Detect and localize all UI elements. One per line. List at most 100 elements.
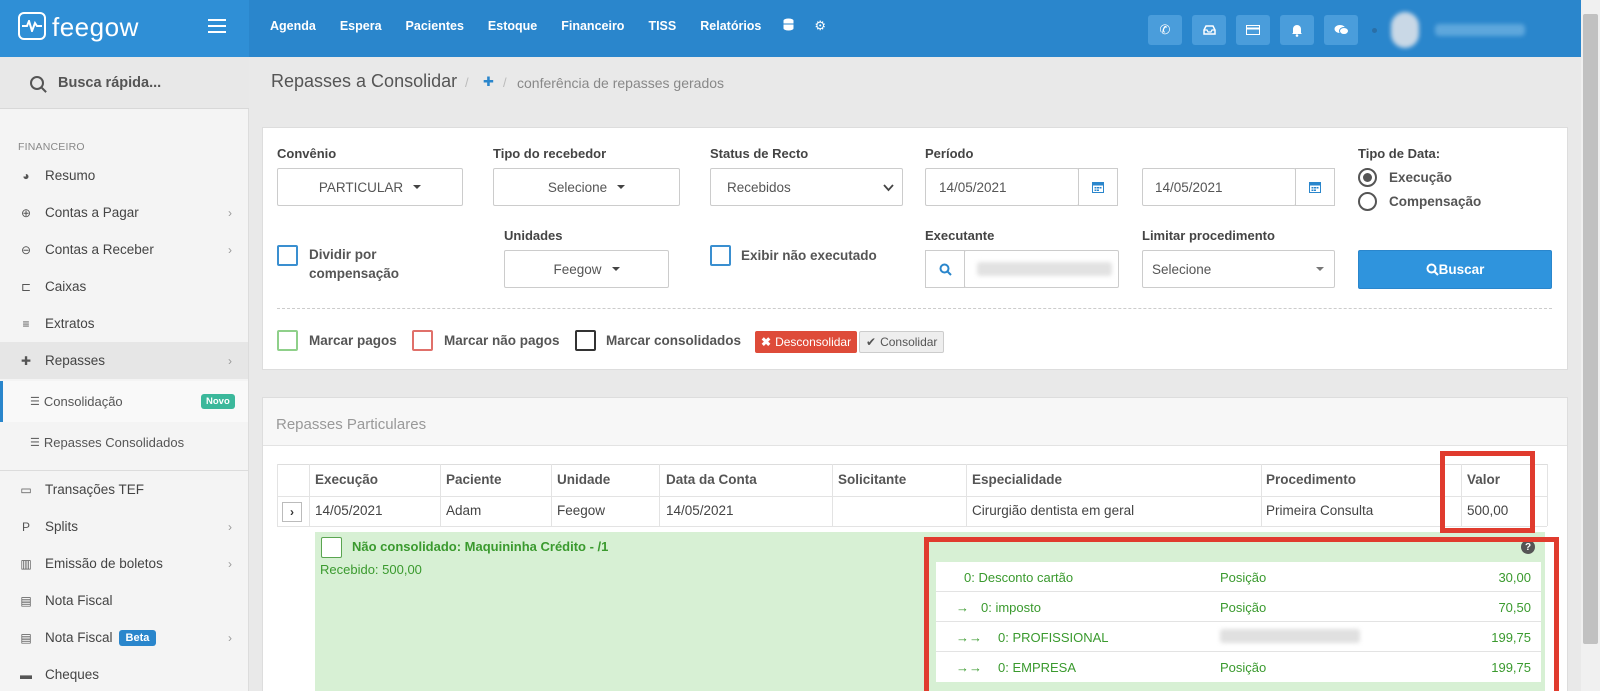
sidebar-item-label: Contas a Receber bbox=[45, 242, 154, 257]
sidebar-subitem-consolidacao[interactable]: ☰ Consolidação Novo bbox=[0, 381, 248, 422]
chevron-right-icon: › bbox=[228, 242, 232, 257]
repasse-line[interactable]: →→ 0: EMPRESA Posição 199,75 bbox=[936, 652, 1541, 682]
marcar-pagos-checkbox[interactable] bbox=[277, 330, 298, 351]
desconsolidar-button[interactable]: ✖ Desconsolidar bbox=[755, 331, 858, 353]
periodo-inicio-input[interactable]: 14/05/2021 bbox=[925, 168, 1079, 206]
exibir-nao-executado-checkbox[interactable] bbox=[710, 245, 731, 266]
help-icon[interactable]: ? bbox=[1521, 540, 1535, 554]
column-header-valor[interactable]: Valor bbox=[1467, 472, 1500, 487]
line-value: 30,00 bbox=[1498, 570, 1531, 585]
bell-icon[interactable] bbox=[1280, 15, 1314, 45]
repasse-line[interactable]: 0: Desconto cartão Posição 30,00 bbox=[936, 562, 1541, 592]
gear-icon[interactable]: ⚙ bbox=[814, 18, 826, 34]
sidebar-item-label: Cheques bbox=[45, 667, 100, 682]
periodo-fim-value: 14/05/2021 bbox=[1155, 179, 1223, 195]
nav-agenda[interactable]: Agenda bbox=[270, 19, 316, 33]
quick-search[interactable]: Busca rápida... bbox=[0, 57, 249, 109]
marcar-nao-pagos-checkbox[interactable] bbox=[412, 330, 433, 351]
sidebar-subitem-repasses-consolidados[interactable]: ☰ Repasses Consolidados bbox=[0, 422, 248, 463]
marcar-consolidados-label: Marcar consolidados bbox=[606, 333, 742, 348]
column-header-especialidade[interactable]: Especialidade bbox=[972, 472, 1062, 487]
nav-financeiro[interactable]: Financeiro bbox=[561, 19, 624, 33]
marcar-consolidados-checkbox[interactable] bbox=[575, 330, 596, 351]
col-divider bbox=[966, 464, 967, 526]
calendar-icon[interactable] bbox=[1295, 168, 1335, 206]
line-value: 70,50 bbox=[1498, 600, 1531, 615]
convenio-value: PARTICULAR bbox=[318, 179, 404, 195]
card-icon[interactable] bbox=[1236, 15, 1270, 45]
brand-name: feegow bbox=[52, 12, 139, 42]
nav-relatorios[interactable]: Relatórios bbox=[700, 19, 761, 33]
column-header-execucao[interactable]: Execução bbox=[315, 472, 378, 487]
repasse-line[interactable]: →→ 0: PROFISSIONAL 199,75 bbox=[936, 622, 1541, 652]
sidebar-item-label: Splits bbox=[45, 519, 79, 534]
inbox-icon[interactable] bbox=[1192, 15, 1226, 45]
nav-pacientes[interactable]: Pacientes bbox=[406, 19, 464, 33]
column-header-unidade[interactable]: Unidade bbox=[557, 472, 610, 487]
sidebar-item-contas-a-pagar[interactable]: ⊕ Contas a Pagar › bbox=[0, 194, 248, 231]
marcar-pagos-label: Marcar pagos bbox=[309, 333, 397, 348]
limitar-procedimento-value: Selecione bbox=[1152, 261, 1212, 277]
phone-icon[interactable]: ✆ bbox=[1148, 15, 1182, 45]
puzzle-icon: ✚ bbox=[20, 353, 32, 368]
expand-row-button[interactable]: › bbox=[282, 502, 302, 522]
consolidar-item-checkbox[interactable] bbox=[321, 537, 342, 558]
nav-tiss[interactable]: TISS bbox=[648, 19, 676, 33]
list-icon: ☰ bbox=[30, 437, 40, 449]
convenio-select[interactable]: PARTICULAR bbox=[277, 168, 463, 206]
scrollbar-thumb[interactable] bbox=[1583, 14, 1598, 644]
consolidar-button[interactable]: ✔ Consolidar bbox=[859, 331, 945, 353]
sidebar-item-transacoes-tef[interactable]: ▭ Transações TEF bbox=[0, 471, 248, 508]
avatar[interactable] bbox=[1391, 12, 1419, 48]
tipo-recebedor-select[interactable]: Selecione bbox=[493, 168, 680, 206]
column-header-paciente[interactable]: Paciente bbox=[446, 472, 502, 487]
buscar-button[interactable]: Buscar bbox=[1358, 250, 1552, 289]
sidebar-item-emissao-de-boletos[interactable]: ▥ Emissão de boletos › bbox=[0, 545, 248, 582]
nav-espera[interactable]: Espera bbox=[340, 19, 382, 33]
split-icon: P bbox=[21, 519, 30, 534]
column-header-procedimento[interactable]: Procedimento bbox=[1266, 472, 1356, 487]
hamburger-menu-icon[interactable] bbox=[208, 19, 226, 33]
sidebar-item-label: Caixas bbox=[45, 279, 87, 294]
brand[interactable]: feegow bbox=[0, 0, 249, 57]
sidebar-item-repasses[interactable]: ✚ Repasses › bbox=[0, 342, 248, 379]
sidebar-item-resumo[interactable]: ◕ Resumo bbox=[0, 157, 248, 194]
executante-label: Executante bbox=[925, 228, 995, 243]
unidades-select[interactable]: Feegow bbox=[504, 250, 669, 288]
dividir-compensacao-checkbox[interactable] bbox=[277, 245, 298, 266]
sidebar-item-nota-fiscal[interactable]: ▤ Nota Fiscal bbox=[0, 582, 248, 619]
status-recto-select[interactable]: Recebidos bbox=[710, 168, 903, 206]
sidebar-item-contas-a-receber[interactable]: ⊖ Contas a Receber › bbox=[0, 231, 248, 268]
calendar-icon[interactable] bbox=[1078, 168, 1118, 206]
column-header-solicitante[interactable]: Solicitante bbox=[838, 472, 906, 487]
col-divider bbox=[1547, 464, 1548, 526]
sidebar-item-nota-fiscal-beta[interactable]: ▤ Nota Fiscal Beta › bbox=[0, 619, 248, 656]
column-header-data-conta[interactable]: Data da Conta bbox=[666, 472, 757, 487]
limitar-procedimento-select[interactable]: Selecione bbox=[1142, 250, 1335, 288]
sidebar: Busca rápida... FINANCEIRO ◕ Resumo ⊕ Co… bbox=[0, 57, 249, 691]
cell-unidade: Feegow bbox=[557, 503, 606, 518]
puzzle-icon[interactable]: ✚ bbox=[483, 74, 494, 90]
nav-estoque[interactable]: Estoque bbox=[488, 19, 537, 33]
col-divider bbox=[309, 464, 310, 526]
radio-compensacao[interactable] bbox=[1358, 192, 1377, 211]
sidebar-item-cheques[interactable]: ▬ Cheques bbox=[0, 656, 248, 691]
radio-execucao[interactable] bbox=[1358, 168, 1377, 187]
buscar-label: Buscar bbox=[1438, 262, 1485, 277]
database-icon[interactable] bbox=[783, 18, 794, 34]
executante-value-redacted bbox=[977, 262, 1112, 276]
periodo-fim-input[interactable]: 14/05/2021 bbox=[1142, 168, 1296, 206]
barcode-icon: ▥ bbox=[20, 556, 32, 571]
sidebar-item-splits[interactable]: P Splits › bbox=[0, 508, 248, 545]
sidebar-item-caixas[interactable]: ⊏ Caixas bbox=[0, 268, 248, 305]
sidebar-item-extratos[interactable]: ≡ Extratos bbox=[0, 305, 248, 342]
sidebar-item-label: Nota Fiscal bbox=[45, 630, 113, 645]
dividir-compensacao-label: Dividir por compensação bbox=[309, 247, 400, 281]
repasse-line[interactable]: → 0: imposto Posição 70,50 bbox=[936, 592, 1541, 622]
user-name-redacted[interactable] bbox=[1435, 24, 1525, 36]
search-icon[interactable] bbox=[925, 250, 965, 288]
executante-input[interactable] bbox=[964, 250, 1119, 288]
col-divider bbox=[1261, 464, 1262, 526]
chat-icon[interactable] bbox=[1324, 15, 1358, 45]
cell-data-conta: 14/05/2021 bbox=[666, 503, 734, 518]
